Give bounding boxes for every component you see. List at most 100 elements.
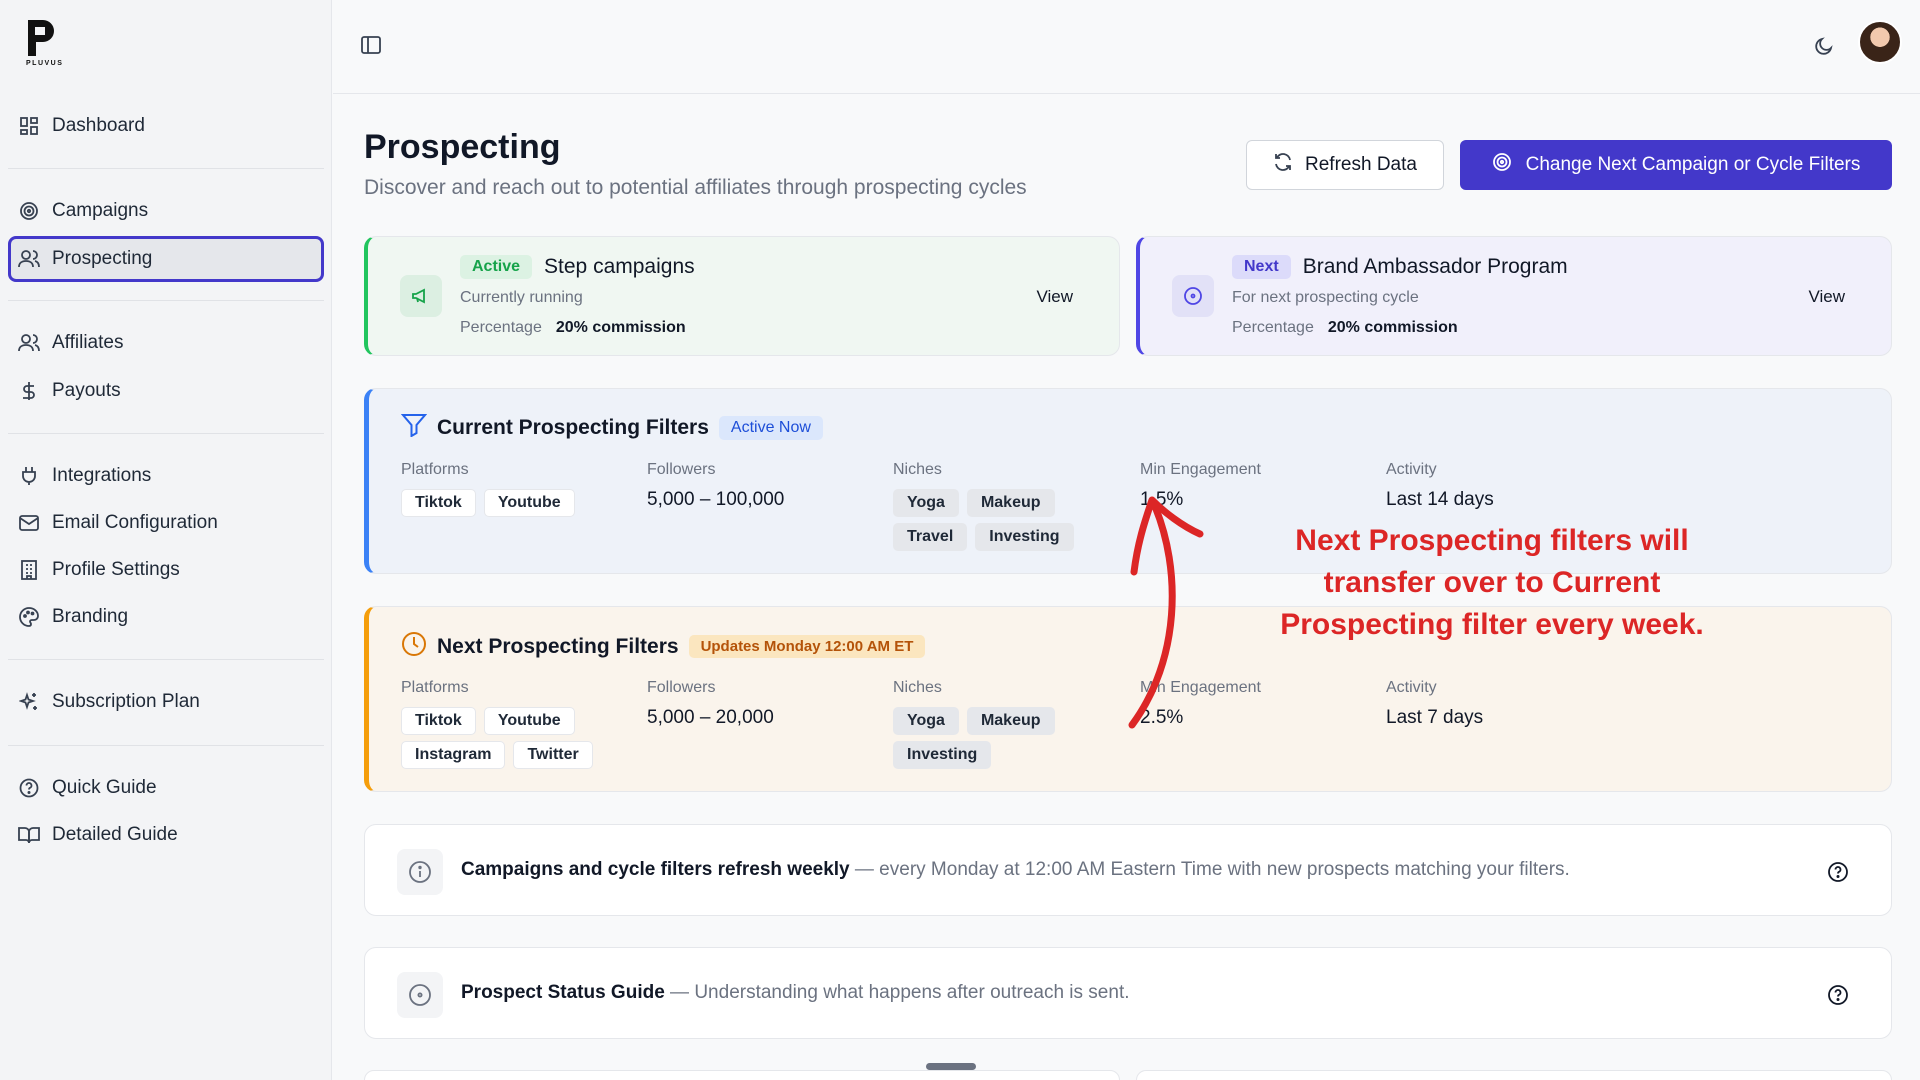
sidebar-item-label: Prospecting [52,248,153,269]
refresh-info-card: Campaigns and cycle filters refresh week… [364,824,1892,916]
active-now-badge: Active Now [718,415,823,440]
sidebar-item-label: Email Configuration [52,512,218,533]
annotation-text: Next Prospecting filters will transfer o… [1280,524,1704,641]
sidebar-item-email-configuration[interactable]: Email Configuration [8,500,324,546]
campaign-status-text: For next prospecting cycle [1232,289,1419,306]
target-icon [1172,275,1214,317]
partial-card [1136,1070,1892,1080]
filter-icon [400,413,428,442]
scroll-handle[interactable] [926,1063,976,1070]
percentage-label: Percentage [460,319,542,336]
view-campaign-button[interactable]: View [1808,287,1845,307]
refresh-data-button[interactable]: Refresh Data [1246,140,1444,190]
change-filters-button[interactable]: Change Next Campaign or Cycle Filters [1460,140,1892,190]
target-icon [18,200,40,222]
info-rest-text: — every Monday at 12:00 AM Eastern Time … [849,859,1570,880]
help-circle-icon[interactable] [1827,984,1849,1006]
followers-label: Followers [647,679,716,696]
niches-label: Niches [893,679,942,696]
sidebar-item-payouts[interactable]: Payouts [8,368,324,414]
sidebar-item-label: Integrations [52,465,152,486]
dark-mode-moon-icon[interactable] [1814,36,1836,58]
sidebar-item-affiliates[interactable]: Affiliates [8,320,324,366]
refresh-icon [1273,152,1293,178]
logo-text: PLUVUS [26,60,64,67]
niche-chip: Investing [893,741,992,769]
active-campaign-card: Active Step campaigns Currently running … [364,236,1120,356]
annotation-arrow [1128,496,1204,729]
building-icon [18,559,40,581]
users-icon [18,332,40,354]
book-icon [18,824,40,846]
sidebar: PLUVUS Dashboard Campaigns Prospecting A… [0,0,332,1080]
megaphone-icon [400,275,442,317]
sidebar-toggle-icon[interactable] [361,36,383,56]
niche-chip: Travel [893,523,968,551]
campaign-status-text: Currently running [460,289,583,306]
platforms-label: Platforms [401,679,469,696]
clock-icon [401,631,427,662]
sidebar-item-profile-settings[interactable]: Profile Settings [8,547,324,593]
user-avatar[interactable] [1858,20,1902,64]
platform-chip: Instagram [401,741,506,769]
sidebar-item-label: Payouts [52,380,121,401]
platform-chip: Tiktok [401,489,476,517]
campaign-percentage: Percentage 20% commission [1232,319,1458,337]
status-badge: Active [460,255,533,279]
info-bold-text: Campaigns and cycle filters refresh week… [461,859,850,880]
sidebar-item-dashboard[interactable]: Dashboard [8,103,324,149]
campaign-name: Step campaigns [544,255,695,278]
platform-chip: Twitter [513,741,593,769]
view-campaign-button[interactable]: View [1036,287,1073,307]
sidebar-item-integrations[interactable]: Integrations [8,453,324,499]
top-bar [333,0,1920,94]
users-icon [18,248,40,270]
page-subtitle: Discover and reach out to potential affi… [364,176,1027,199]
help-circle-icon[interactable] [1827,861,1849,883]
min-engagement-label: Min Engagement [1140,461,1261,478]
dollar-icon [18,380,40,402]
niche-chip: Makeup [966,707,1055,735]
platform-chip: Youtube [483,489,575,517]
followers-label: Followers [647,461,716,478]
sidebar-item-quick-guide[interactable]: Quick Guide [8,765,324,811]
percentage-label: Percentage [1232,319,1314,336]
platform-chip: Youtube [483,707,575,735]
sidebar-item-label: Quick Guide [52,777,157,798]
sidebar-item-subscription-plan[interactable]: Subscription Plan [8,679,324,725]
info-rest-text: — Understanding what happens after outre… [664,982,1130,1003]
sidebar-item-label: Branding [52,606,129,627]
mail-icon [18,512,40,534]
sidebar-item-branding[interactable]: Branding [8,594,324,640]
sidebar-item-prospecting[interactable]: Prospecting [8,236,324,282]
page-title: Prospecting [364,128,561,166]
niche-chip: Yoga [893,489,959,517]
sidebar-item-label: Affiliates [52,332,124,353]
status-badge: Next [1232,255,1291,279]
activity-value: Last 7 days [1386,707,1484,728]
activity-label: Activity [1386,461,1437,478]
pluvus-logo[interactable]: PLUVUS [26,20,66,72]
prospect-status-guide-card[interactable]: Prospect Status Guide — Understanding wh… [364,947,1892,1039]
campaign-percentage: Percentage 20% commission [460,319,686,337]
sidebar-item-label: Profile Settings [52,559,180,580]
sidebar-item-label: Dashboard [52,115,145,136]
target-icon [397,972,443,1018]
niches-label: Niches [893,461,942,478]
sidebar-item-detailed-guide[interactable]: Detailed Guide [8,812,324,858]
next-campaign-card: Next Brand Ambassador Program For next p… [1136,236,1892,356]
activity-value: Last 14 days [1386,489,1494,510]
sidebar-item-label: Detailed Guide [52,824,178,845]
sidebar-item-campaigns[interactable]: Campaigns [8,188,324,234]
niche-chip: Makeup [966,489,1055,517]
campaign-name: Brand Ambassador Program [1302,255,1568,278]
palette-icon [18,606,40,628]
platform-chip: Tiktok [401,707,476,735]
niche-chip: Yoga [893,707,959,735]
sidebar-item-label: Campaigns [52,200,149,221]
info-icon [397,849,443,895]
niche-chip: Investing [975,523,1074,551]
filters-title: Current Prospecting Filters [437,415,709,439]
percentage-value: 20% commission [555,319,686,336]
activity-label: Activity [1386,679,1437,696]
